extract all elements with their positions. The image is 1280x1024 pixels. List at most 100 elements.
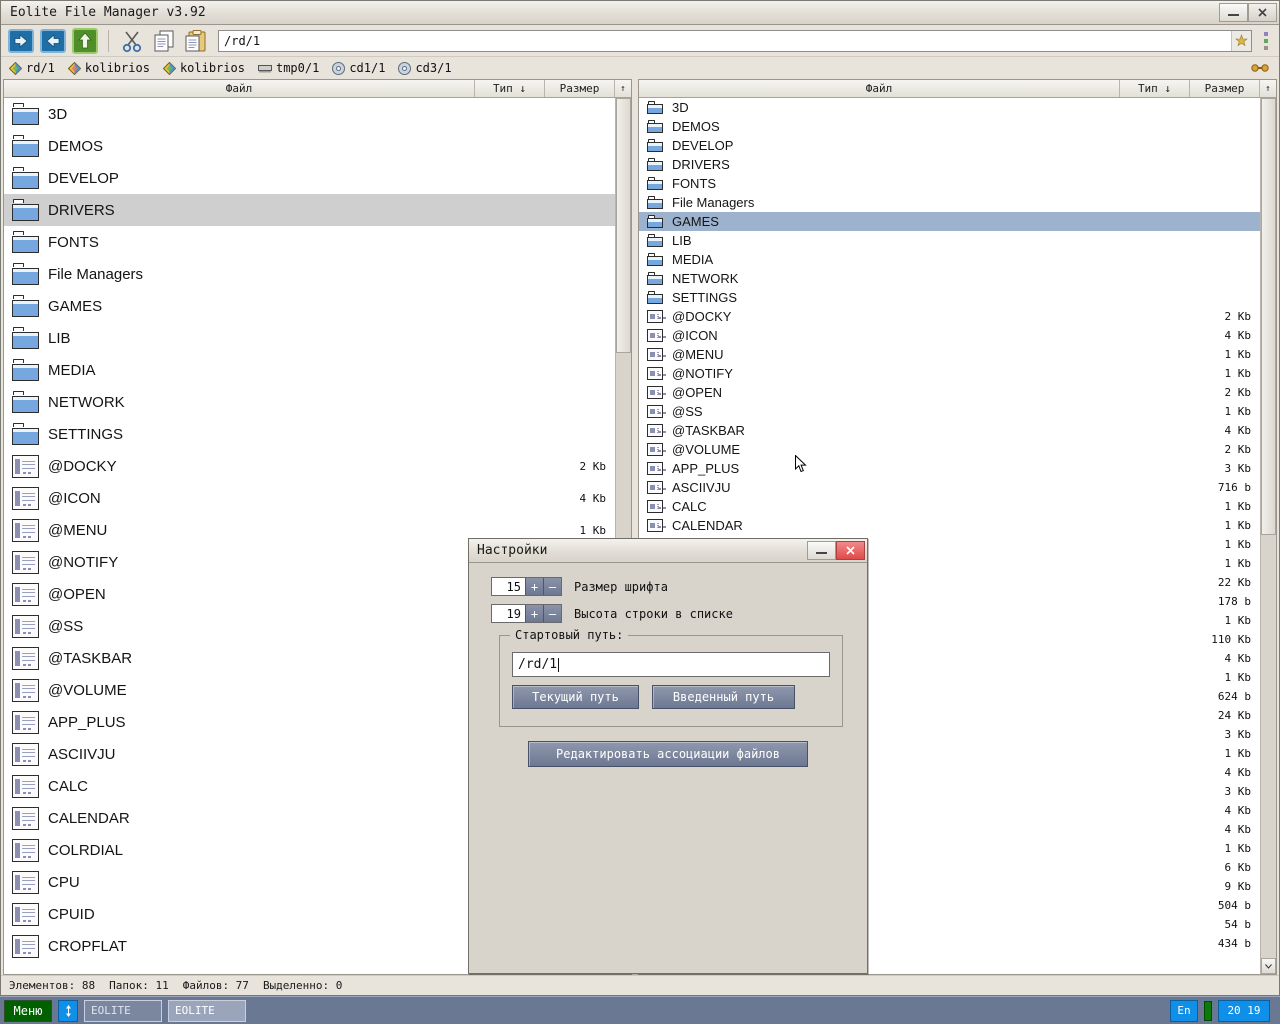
- language-indicator[interactable]: En: [1170, 1000, 1198, 1022]
- disk-tab-tmp0[interactable]: tmp0/1: [258, 61, 319, 75]
- table-row[interactable]: FONTS: [4, 226, 615, 258]
- table-row[interactable]: DRIVERS: [639, 155, 1260, 174]
- table-row[interactable]: DEVELOP: [4, 162, 615, 194]
- table-row[interactable]: @ICON 4 Kb: [4, 482, 615, 514]
- file-name-label: DRIVERS: [48, 202, 115, 219]
- cut-button[interactable]: [118, 28, 146, 54]
- table-row[interactable]: SETTINGS: [639, 288, 1260, 307]
- table-row[interactable]: NETWORK: [4, 386, 615, 418]
- row-height-decrease-button[interactable]: –: [543, 605, 561, 622]
- task-item-eolite-1[interactable]: EOLITE: [84, 1000, 162, 1022]
- table-row[interactable]: @NOTIFY 1 Kb: [639, 364, 1260, 383]
- file-name-cell: DRIVERS: [4, 199, 475, 221]
- font-size-value[interactable]: 15: [492, 578, 525, 595]
- left-col-size[interactable]: Размер: [545, 80, 615, 97]
- table-row[interactable]: DEVELOP: [639, 136, 1260, 155]
- file-icon: [647, 386, 663, 399]
- disk-tab-kolibrios-1[interactable]: kolibrios: [68, 61, 150, 75]
- table-row[interactable]: @MENU 1 Kb: [639, 345, 1260, 364]
- right-scroll-thumb[interactable]: [1261, 98, 1276, 535]
- right-col-name[interactable]: Файл: [639, 80, 1120, 97]
- row-height-value[interactable]: 19: [492, 605, 525, 622]
- file-name-cell: CALENDAR: [4, 807, 475, 830]
- file-name-label: LIB: [672, 233, 692, 248]
- table-row[interactable]: 3D: [4, 98, 615, 130]
- disk-tab-cd1[interactable]: cd1/1: [332, 61, 385, 75]
- table-row[interactable]: File Managers: [4, 258, 615, 290]
- window-close-button[interactable]: [1248, 3, 1277, 22]
- table-row[interactable]: CALENDAR 1 Kb: [639, 516, 1260, 535]
- file-name-cell: @OPEN: [639, 385, 1120, 400]
- right-col-scroll-up[interactable]: ↑: [1260, 80, 1276, 97]
- window-minimize-button[interactable]: [1219, 3, 1248, 22]
- row-height-increase-button[interactable]: +: [525, 605, 543, 622]
- current-path-button[interactable]: Текущий путь: [512, 685, 639, 709]
- table-row[interactable]: APP_PLUS 3 Kb: [639, 459, 1260, 478]
- table-row[interactable]: @DOCKY 2 Kb: [4, 450, 615, 482]
- task-item-eolite-2[interactable]: EOLITE: [168, 1000, 246, 1022]
- left-col-type[interactable]: Тип ↓: [475, 80, 545, 97]
- table-row[interactable]: ASCIIVJU 716 b: [639, 478, 1260, 497]
- table-row[interactable]: @DOCKY 2 Kb: [639, 307, 1260, 326]
- table-row[interactable]: @VOLUME 2 Kb: [639, 440, 1260, 459]
- left-col-scroll-up[interactable]: ↑: [615, 80, 631, 97]
- entered-path-button[interactable]: Введенный путь: [652, 685, 795, 709]
- up-button[interactable]: [71, 28, 99, 54]
- toolbar-overflow-menu[interactable]: [1259, 32, 1273, 50]
- table-row[interactable]: CALC 1 Kb: [639, 497, 1260, 516]
- table-row[interactable]: File Managers: [639, 193, 1260, 212]
- table-row[interactable]: NETWORK: [639, 269, 1260, 288]
- file-icon: [647, 443, 663, 456]
- table-row[interactable]: FONTS: [639, 174, 1260, 193]
- disk-tab-kolibrios-2[interactable]: kolibrios: [163, 61, 245, 75]
- back-button[interactable]: [7, 28, 35, 54]
- table-row[interactable]: @OPEN 2 Kb: [639, 383, 1260, 402]
- font-size-stepper[interactable]: 15 + –: [491, 577, 562, 596]
- file-name-label: @NOTIFY: [672, 366, 733, 381]
- left-scroll-thumb[interactable]: [616, 98, 631, 353]
- table-row[interactable]: @SS 1 Kb: [639, 402, 1260, 421]
- window-switcher-button[interactable]: [58, 1000, 78, 1022]
- table-row[interactable]: @ICON 4 Kb: [639, 326, 1260, 345]
- table-row[interactable]: GAMES: [4, 290, 615, 322]
- table-row[interactable]: MEDIA: [639, 250, 1260, 269]
- file-size-cell: 3 Kb: [1190, 728, 1260, 741]
- table-row[interactable]: LIB: [4, 322, 615, 354]
- address-input[interactable]: [219, 31, 1231, 51]
- hotkeys-button[interactable]: [1251, 60, 1269, 77]
- left-col-name[interactable]: Файл: [4, 80, 475, 97]
- right-scroll-down-button[interactable]: [1261, 958, 1276, 974]
- settings-close-button[interactable]: [836, 541, 865, 560]
- disk-tab-cd3[interactable]: cd3/1: [398, 61, 451, 75]
- start-path-input[interactable]: /rd/1: [512, 652, 830, 677]
- disk-tab-label: tmp0/1: [276, 61, 319, 75]
- table-row[interactable]: DEMOS: [4, 130, 615, 162]
- table-row[interactable]: LIB: [639, 231, 1260, 250]
- disk-tab-rd1[interactable]: rd/1: [9, 61, 55, 75]
- table-row[interactable]: MEDIA: [4, 354, 615, 386]
- taskbar-clock[interactable]: 20 19: [1218, 1000, 1270, 1022]
- right-col-size[interactable]: Размер: [1190, 80, 1260, 97]
- edit-file-associations-button[interactable]: Редактировать ассоциации файлов: [528, 741, 808, 767]
- forward-button[interactable]: [39, 28, 67, 54]
- table-row[interactable]: GAMES: [639, 212, 1260, 231]
- table-row[interactable]: 3D: [639, 98, 1260, 117]
- table-row[interactable]: DEMOS: [639, 117, 1260, 136]
- right-col-type[interactable]: Тип ↓: [1120, 80, 1190, 97]
- row-height-stepper[interactable]: 19 + –: [491, 604, 562, 623]
- right-scroll-track[interactable]: [1261, 98, 1276, 958]
- font-size-label: Размер шрифта: [574, 580, 668, 594]
- table-row[interactable]: DRIVERS: [4, 194, 615, 226]
- paste-button[interactable]: [182, 28, 210, 54]
- copy-button[interactable]: [150, 28, 178, 54]
- address-bar[interactable]: [218, 30, 1252, 52]
- font-size-decrease-button[interactable]: –: [543, 578, 561, 595]
- table-row[interactable]: @TASKBAR 4 Kb: [639, 421, 1260, 440]
- table-row[interactable]: SETTINGS: [4, 418, 615, 450]
- settings-minimize-button[interactable]: [807, 541, 836, 560]
- right-vertical-scrollbar[interactable]: [1260, 98, 1276, 974]
- start-menu-button[interactable]: Меню: [4, 1000, 52, 1022]
- bookmark-star-button[interactable]: [1231, 31, 1251, 51]
- font-size-increase-button[interactable]: +: [525, 578, 543, 595]
- file-name-label: CROPFLAT: [48, 938, 127, 955]
